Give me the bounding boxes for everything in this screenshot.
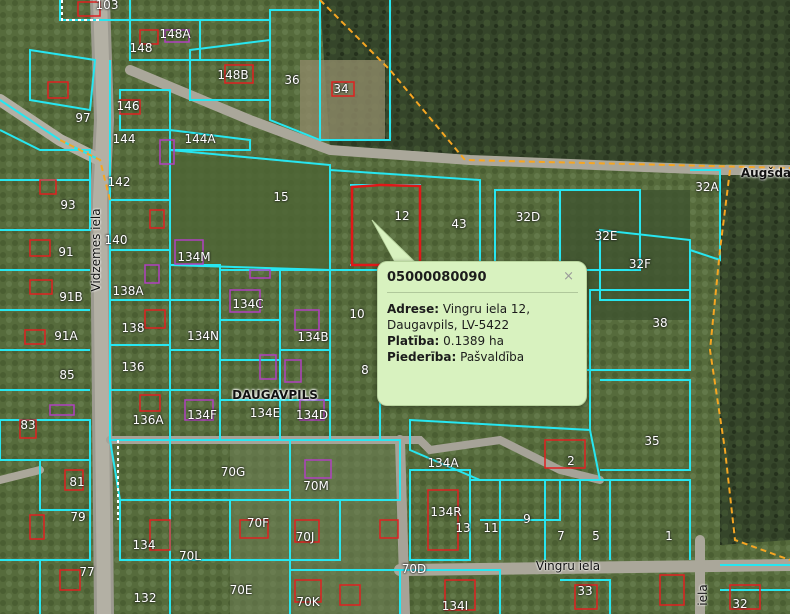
parcel-label: 148A [159,27,191,41]
parcel-label: 77 [79,565,95,579]
parcel-label: 142 [107,175,131,189]
street-label-augsdaugavas: Augšda [740,166,790,180]
street-label-right: iela [696,584,710,606]
parcel-label: 70E [229,583,253,597]
parcel-label: 43 [451,217,467,231]
address-key: Adrese: [387,302,440,316]
parcel-label: 136 [121,360,145,374]
parcel-label: 79 [70,510,86,524]
parcel-label: 34 [333,82,349,96]
clearing [300,60,385,140]
parcel-label: 134M [177,250,211,264]
parcel-label: 148B [217,68,249,82]
parcel-label: 70F [246,516,270,530]
area-key: Platība: [387,334,440,348]
parcel-label: 38 [652,316,668,330]
parcel-label: 97 [75,111,91,125]
parcel-label: 140 [104,233,128,247]
parcel-label: 70D [401,562,427,576]
parcel-label: 32 [732,597,748,611]
parcel-label: 15 [273,190,289,204]
parcel-label: 32A [695,180,719,194]
parcel-label: 91B [59,290,83,304]
forest-east [720,165,790,545]
parcel-label: 134B [297,330,329,344]
parcel-label: 81 [69,475,85,489]
ownership-value: Pašvaldība [460,350,525,364]
parcel-label: 5 [592,529,600,543]
parcel-label: 144A [184,132,216,146]
popup-row-address: Adrese: Vingru iela 12, Daugavpils, LV-5… [387,301,578,333]
parcel-label: 134N [187,329,219,343]
parcel-label: 134D [295,408,329,422]
parcel-label: 70G [220,465,246,479]
popup-divider [387,292,578,293]
parcel-label: 70J [295,530,315,544]
parcel-label: 134I [441,599,469,613]
parcel-label: 85 [59,368,75,382]
parcel-label: 2 [567,454,575,468]
parcel-label: 146 [116,99,140,113]
parcel-label: 134A [427,456,459,470]
popup-cadastre-number: 05000080090 [387,270,487,285]
parcel-label: 70K [296,595,320,609]
parcel-label: 7 [557,529,565,543]
parcel-label: 134R [430,505,462,519]
parcel-label: 93 [60,198,76,212]
cadastral-map[interactable]: 103 148 148A 148B 36 34 97 146 144 144A 142 93 140 91… [0,0,790,614]
street-label-vingru: Vingru iela [535,559,601,573]
parcel-label: 32E [594,229,618,243]
parcel-label: 91 [58,245,74,259]
parcel-label: 9 [523,512,531,526]
parcel-label: 33 [577,584,593,598]
parcel-label: 136A [132,413,164,427]
parcel-label: 70L [179,549,201,563]
parcel-label: 36 [284,73,300,87]
parcel-label: 8 [361,363,369,377]
parcel-label: 132 [133,591,157,605]
parcel-label: 1 [665,529,673,543]
parcel-label: 35 [644,434,660,448]
street-label-vidzemes: Vidzemes iela [89,208,103,292]
parcel-label: 134C [232,297,264,311]
ownership-key: Piederība: [387,350,457,364]
popup-row-ownership: Piederība: Pašvaldība [387,349,578,365]
parcel-label: 103 [95,0,119,12]
parcel-label: 134F [187,408,217,422]
parcel-label: 148 [129,41,153,55]
area-value: 0.1389 ha [443,334,504,348]
parcel-label: 91A [54,329,78,343]
parcel-label: 11 [483,521,499,535]
parcel-label: 138 [121,321,145,335]
parcel-label: 138A [112,284,144,298]
parcel-info-popup: × 05000080090 Adrese: Vingru iela 12, Da… [377,261,587,406]
parcel-label: 134 [132,538,156,552]
parcel-label: 10 [349,307,365,321]
parcel-label: 70M [303,479,329,493]
parcel-label: 134E [249,406,281,420]
popup-row-area: Platība: 0.1389 ha [387,333,578,349]
parcel-label: 13 [455,521,471,535]
parcel-label: 32F [628,257,652,271]
popup-close-button[interactable]: × [563,269,574,284]
town-label: DAUGAVPILS [232,388,318,402]
parcel-label: 32D [515,210,541,224]
parcel-label: 144 [112,132,136,146]
parcel-label: 83 [20,418,36,432]
